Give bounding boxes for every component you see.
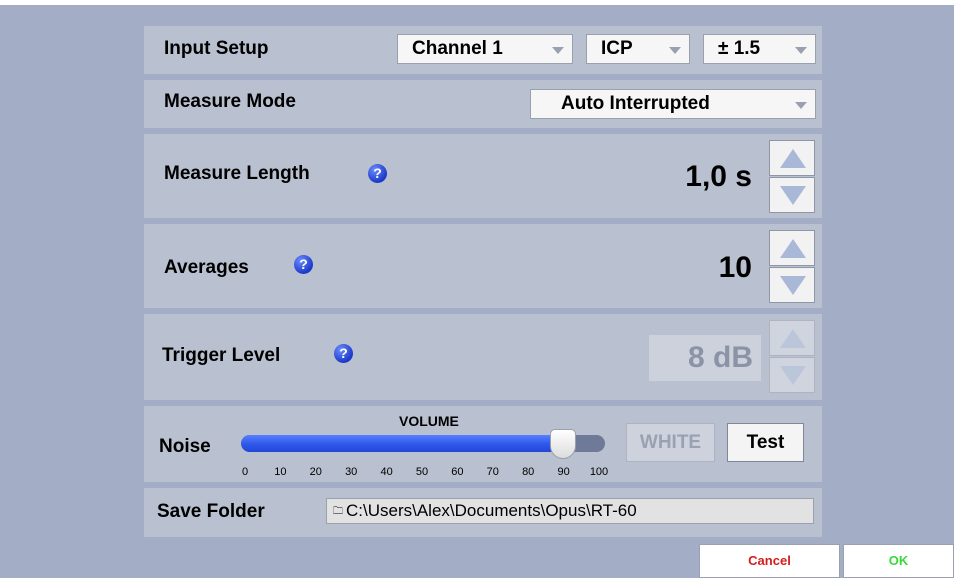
volume-scale-tick: 60 [451, 466, 464, 478]
chevron-down-icon [795, 47, 807, 54]
chevron-down-icon [669, 47, 681, 54]
input-setup-label: Input Setup [164, 38, 269, 59]
measure-length-row: Measure Length ? 1,0 s [144, 134, 822, 218]
noise-label: Noise [159, 436, 211, 457]
averages-increase-button[interactable] [769, 230, 815, 266]
volume-scale-tick: 10 [274, 466, 287, 478]
range-value: ± 1.5 [718, 38, 761, 59]
folder-icon: 🗀 [333, 506, 343, 517]
measure-length-increase-button[interactable] [769, 140, 815, 176]
volume-slider-fill [241, 435, 563, 452]
save-folder-input[interactable]: 🗀 C:\Users\Alex\Documents\Opus\RT-60 [326, 498, 814, 524]
measure-mode-dropdown[interactable]: Auto Interrupted [530, 89, 816, 119]
channel-value: Channel 1 [412, 38, 503, 59]
up-arrow-icon [780, 329, 806, 348]
white-noise-button[interactable]: WHITE [626, 423, 715, 462]
volume-slider-thumb[interactable] [549, 429, 576, 459]
measure-length-spinner [769, 140, 815, 214]
measure-length-decrease-button[interactable] [769, 177, 815, 213]
channel-dropdown[interactable]: Channel 1 [397, 34, 573, 64]
trigger-level-increase-button[interactable] [769, 320, 815, 356]
volume-scale-tick: 70 [486, 466, 499, 478]
volume-scale-tick: 30 [345, 466, 358, 478]
trigger-level-label: Trigger Level [162, 345, 281, 366]
save-folder-label: Save Folder [157, 501, 265, 522]
help-icon[interactable]: ? [368, 164, 387, 183]
help-icon[interactable]: ? [334, 344, 353, 363]
trigger-level-decrease-button[interactable] [769, 357, 815, 393]
averages-decrease-button[interactable] [769, 267, 815, 303]
cancel-button[interactable]: Cancel [699, 544, 840, 578]
measure-length-value: 1,0 s [685, 160, 752, 193]
trigger-level-spinner [769, 320, 815, 394]
averages-spinner [769, 230, 815, 304]
save-folder-row: Save Folder 🗀 C:\Users\Alex\Documents\Opu… [144, 488, 822, 537]
test-button[interactable]: Test [727, 423, 804, 462]
trigger-level-value: 8 dB [649, 335, 761, 381]
volume-scale-tick: 50 [415, 466, 429, 478]
range-dropdown[interactable]: ± 1.5 [703, 34, 816, 64]
averages-label: Averages [164, 257, 249, 278]
averages-value: 10 [718, 251, 752, 284]
coupling-value: ICP [601, 38, 633, 59]
volume-scale-tick: 0 [241, 466, 249, 478]
volume-scale-tick: 80 [522, 466, 535, 478]
volume-scale-tick: 100 [589, 466, 609, 478]
volume-scale-tick: 20 [309, 466, 322, 478]
down-arrow-icon [780, 276, 806, 295]
down-arrow-icon [780, 366, 806, 385]
volume-label: VOLUME [399, 413, 459, 429]
measure-mode-value: Auto Interrupted [561, 93, 710, 114]
down-arrow-icon [780, 186, 806, 205]
measure-mode-row: Measure Mode Auto Interrupted [144, 80, 822, 128]
trigger-level-row: Trigger Level ? 8 dB [144, 314, 822, 400]
ok-button[interactable]: OK [843, 544, 954, 578]
measure-mode-label: Measure Mode [164, 91, 296, 112]
up-arrow-icon [780, 149, 806, 168]
averages-row: Averages ? 10 [144, 224, 822, 308]
input-setup-row: Input Setup Channel 1 ICP ± 1.5 [144, 26, 822, 74]
chevron-down-icon [795, 102, 807, 109]
volume-scale-tick: 40 [380, 466, 393, 478]
settings-window: Input Setup Channel 1 ICP ± 1.5 Measure … [0, 5, 954, 578]
measure-length-label: Measure Length [164, 163, 310, 184]
up-arrow-icon [780, 239, 806, 258]
help-icon[interactable]: ? [294, 255, 313, 274]
noise-row: Noise VOLUME 0 10 20 30 40 50 60 70 80 90 100 WHIT… [144, 406, 822, 482]
chevron-down-icon [552, 47, 564, 54]
volume-scale-tick: 90 [557, 466, 570, 478]
coupling-dropdown[interactable]: ICP [586, 34, 690, 64]
save-folder-path: C:\Users\Alex\Documents\Opus\RT-60 [346, 501, 637, 520]
